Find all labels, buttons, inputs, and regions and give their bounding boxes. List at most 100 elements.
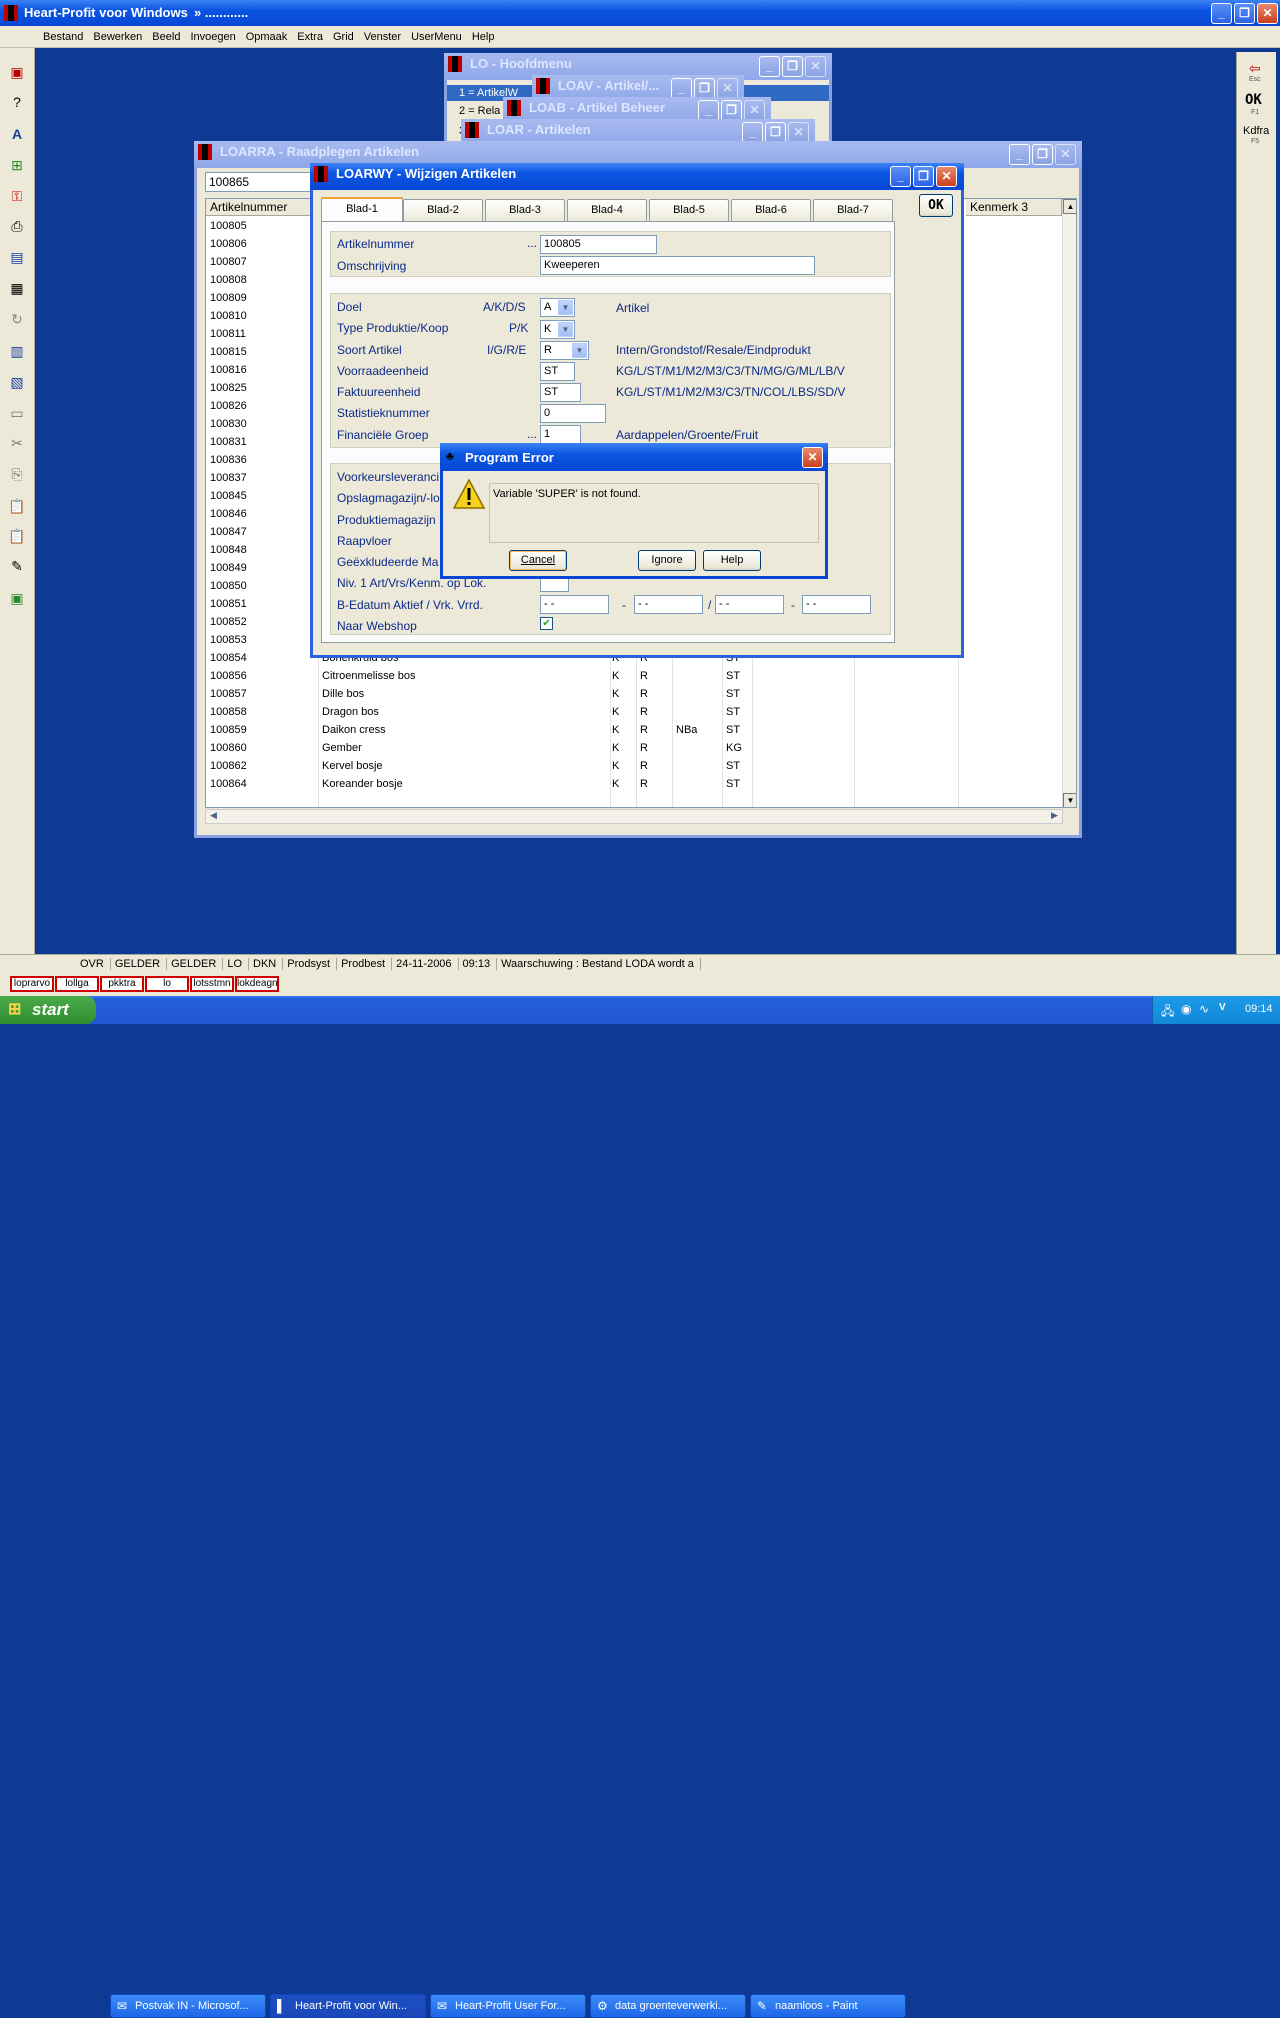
taskbar-item[interactable]: ✉ Postvak IN - Microsof... bbox=[110, 1994, 266, 2018]
webshop-checkbox[interactable]: ✔ bbox=[540, 617, 553, 630]
scroll-up-icon[interactable]: ▲ bbox=[1063, 199, 1076, 214]
loarra-close-button[interactable]: ✕ bbox=[1055, 144, 1076, 165]
menu-usermenu[interactable]: UserMenu bbox=[406, 26, 467, 48]
menu-opmaak[interactable]: Opmaak bbox=[241, 26, 293, 48]
menu-bewerken[interactable]: Bewerken bbox=[88, 26, 147, 48]
tab-blad-1[interactable]: Blad-1 bbox=[321, 197, 403, 222]
date-vrk-from[interactable]: - - bbox=[715, 595, 784, 614]
back-arrow-icon[interactable]: ⇦ bbox=[1249, 60, 1261, 77]
preview-icon[interactable]: ▣ bbox=[7, 588, 27, 608]
lo-close-button[interactable]: ✕ bbox=[805, 56, 826, 77]
menu-grid[interactable]: Grid bbox=[328, 26, 359, 48]
table-row[interactable]: 100860 Gember K R KG bbox=[206, 739, 1062, 757]
table-row[interactable]: 100864 Koreander bosje K R ST bbox=[206, 775, 1062, 793]
menu-invoegen[interactable]: Invoegen bbox=[185, 26, 240, 48]
kdfra-button[interactable]: Kdfra bbox=[1243, 125, 1269, 137]
soort-select[interactable]: R ▼ bbox=[540, 341, 589, 360]
table-row[interactable]: 100858 Dragon bos K R ST bbox=[206, 703, 1062, 721]
window-icon[interactable]: ▭ bbox=[7, 403, 27, 423]
start-button[interactable]: ⊞ start bbox=[0, 996, 96, 1024]
scroll-right-icon[interactable]: ▶ bbox=[1047, 810, 1062, 823]
loar-close-button[interactable]: ✕ bbox=[788, 122, 809, 143]
quick-tab-lokdeagn[interactable]: lokdeagn bbox=[235, 976, 279, 992]
date-vrk-to[interactable]: - - bbox=[802, 595, 871, 614]
menu-beeld[interactable]: Beeld bbox=[147, 26, 185, 48]
taskbar-item[interactable]: ✎ naamloos - Paint bbox=[750, 1994, 906, 2018]
print-icon[interactable]: ⎙ bbox=[7, 216, 27, 236]
volume-icon[interactable]: ◉ bbox=[1181, 1002, 1191, 1016]
close-button[interactable]: ✕ bbox=[1257, 3, 1278, 24]
loarra-max-button[interactable]: ❐ bbox=[1032, 144, 1053, 165]
copy-icon[interactable]: ⎘ bbox=[7, 464, 27, 484]
type-select[interactable]: K ▼ bbox=[540, 320, 575, 339]
menu-bestand[interactable]: Bestand bbox=[38, 26, 88, 48]
import-icon[interactable]: ⊞ bbox=[7, 155, 27, 175]
error-close-button[interactable]: ✕ bbox=[802, 447, 823, 468]
omschrijving-input[interactable]: Kweeperen bbox=[540, 256, 815, 275]
paste-icon[interactable]: 📋 bbox=[7, 496, 27, 516]
taskbar-item[interactable]: ⚙ data groenteverwerki... bbox=[590, 1994, 746, 2018]
statistiek-input[interactable]: 0 bbox=[540, 404, 606, 423]
table-row[interactable]: 100859 Daikon cress K R NBa ST bbox=[206, 721, 1062, 739]
table-row[interactable]: 100862 Kervel bosje K R ST bbox=[206, 757, 1062, 775]
loarwy-window[interactable]: LOARWY - Wijzigen Artikelen _ ❐ ✕ OK Bla… bbox=[310, 163, 964, 658]
loarra-search-input[interactable]: 100865 bbox=[205, 172, 315, 192]
col-header-kenmerk3[interactable]: Kenmerk 3 bbox=[966, 199, 1062, 216]
col-header-artikelnummer[interactable]: Artikelnummer bbox=[206, 199, 318, 216]
tray-app-icon[interactable]: V bbox=[1219, 1002, 1226, 1013]
loar-max-button[interactable]: ❐ bbox=[765, 122, 786, 143]
table-row[interactable]: 100857 Dille bos K R ST bbox=[206, 685, 1062, 703]
network-icon[interactable]: 🖧 bbox=[1161, 1002, 1174, 1023]
voorraad-input[interactable]: ST bbox=[540, 362, 575, 381]
tab-blad-4[interactable]: Blad-4 bbox=[567, 199, 647, 221]
loarwy-close-button[interactable]: ✕ bbox=[936, 166, 957, 187]
loarra-min-button[interactable]: _ bbox=[1009, 144, 1030, 165]
edit-icon[interactable]: ✎ bbox=[7, 556, 27, 576]
loar-min-button[interactable]: _ bbox=[742, 122, 763, 143]
chart-icon[interactable]: ▧ bbox=[7, 372, 27, 392]
menu-help[interactable]: Help bbox=[467, 26, 500, 48]
minimize-button[interactable]: _ bbox=[1211, 3, 1232, 24]
cancel-button[interactable]: Cancel bbox=[509, 550, 567, 571]
date-aktief-to[interactable]: - - bbox=[634, 595, 703, 614]
cut-icon[interactable]: ✂ bbox=[7, 433, 27, 453]
tab-blad-2[interactable]: Blad-2 bbox=[403, 199, 483, 221]
lo-menu-item[interactable]: 2 = Rela bbox=[459, 105, 500, 117]
help-button[interactable]: Help bbox=[703, 550, 761, 571]
loav-close-button[interactable]: ✕ bbox=[717, 78, 738, 99]
tab-blad-7[interactable]: Blad-7 bbox=[813, 199, 893, 221]
tab-blad-3[interactable]: Blad-3 bbox=[485, 199, 565, 221]
taskbar-item[interactable]: ✉ Heart-Profit User For... bbox=[430, 1994, 586, 2018]
ok-button[interactable]: OK bbox=[919, 194, 953, 217]
export-icon[interactable]: ▥ bbox=[7, 341, 27, 361]
doel-select[interactable]: A ▼ bbox=[540, 298, 575, 317]
quick-tab-loprarvo[interactable]: loprarvo bbox=[10, 976, 54, 992]
loab-min-button[interactable]: _ bbox=[698, 100, 719, 121]
quick-tab-lo[interactable]: lo bbox=[145, 976, 189, 992]
spellcheck-icon[interactable]: A bbox=[7, 124, 27, 144]
taskbar-item[interactable]: ▌ Heart-Profit voor Win... bbox=[270, 1994, 426, 2018]
date-aktief-from[interactable]: - - bbox=[540, 595, 609, 614]
menu-venster[interactable]: Venster bbox=[359, 26, 406, 48]
loav-max-button[interactable]: ❐ bbox=[694, 78, 715, 99]
key-icon[interactable]: ⚿ bbox=[7, 186, 27, 206]
antivirus-icon[interactable]: ∿ bbox=[1199, 1002, 1209, 1016]
error-dialog[interactable]: ♣ Program Error ✕ Variable 'SUPER' is no… bbox=[440, 443, 828, 579]
menu-extra[interactable]: Extra bbox=[292, 26, 328, 48]
artikelnummer-input[interactable]: 100805 bbox=[540, 235, 657, 254]
refresh-icon[interactable]: ↻ bbox=[7, 309, 27, 329]
lo-max-button[interactable]: ❐ bbox=[782, 56, 803, 77]
loav-min-button[interactable]: _ bbox=[671, 78, 692, 99]
ignore-button[interactable]: Ignore bbox=[638, 550, 696, 571]
tab-blad-5[interactable]: Blad-5 bbox=[649, 199, 729, 221]
lo-min-button[interactable]: _ bbox=[759, 56, 780, 77]
maximize-button[interactable]: ❐ bbox=[1234, 3, 1255, 24]
scroll-left-icon[interactable]: ◀ bbox=[206, 810, 221, 823]
faktuur-input[interactable]: ST bbox=[540, 383, 581, 402]
financiele-input[interactable]: 1 bbox=[540, 425, 581, 444]
table-row[interactable]: 100856 Citroenmelisse bos K R ST bbox=[206, 667, 1062, 685]
loab-close-button[interactable]: ✕ bbox=[744, 100, 765, 121]
loarwy-max-button[interactable]: ❐ bbox=[913, 166, 934, 187]
grid-vscroll[interactable]: ▲ ▼ bbox=[1062, 199, 1076, 807]
form-icon[interactable]: ▤ bbox=[7, 247, 27, 267]
